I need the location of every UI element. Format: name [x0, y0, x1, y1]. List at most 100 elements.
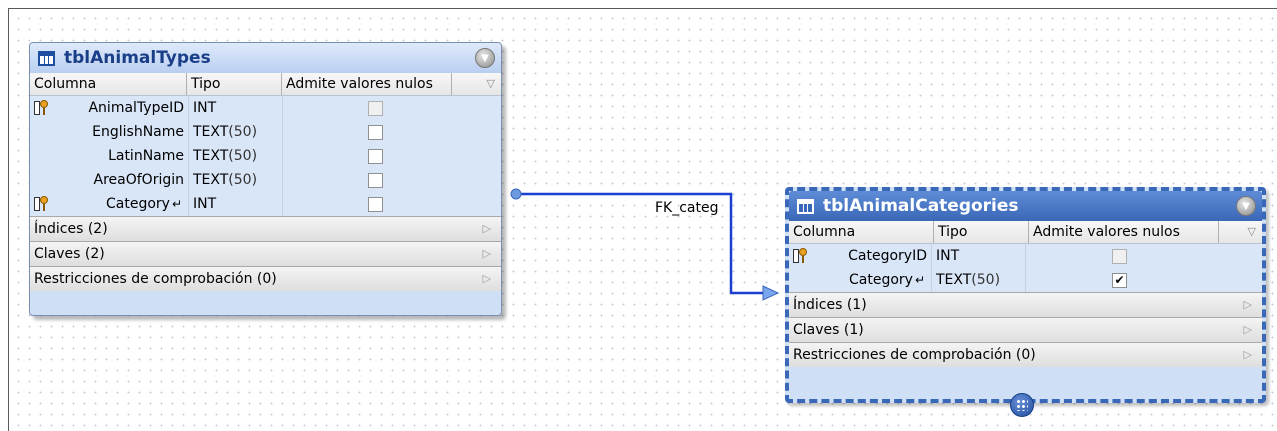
nullable-cell	[282, 120, 468, 144]
type-name: INT	[193, 100, 217, 116]
nullable-checkbox	[1112, 248, 1127, 264]
column-list: CategoryID INT Category ↵ TEXT(50) ✔	[789, 244, 1262, 292]
nullable-cell	[282, 144, 468, 168]
column-name-text: AreaOfOrigin	[93, 172, 184, 188]
column-name[interactable]: AnimalTypeID	[52, 100, 188, 116]
column-header-nullable[interactable]: Admite valores nulos	[282, 73, 452, 95]
nullable-cell	[1025, 244, 1213, 268]
column-name-text: Category	[848, 272, 913, 288]
section-label: Índices (2)	[34, 221, 108, 237]
table-tblAnimalTypes[interactable]: tblAnimalTypes ▼ Columna Tipo Admite val…	[29, 42, 502, 316]
table-row[interactable]: Category ↵ INT	[30, 192, 501, 216]
section-label: Claves (2)	[34, 246, 105, 262]
connector-start-handle	[510, 188, 522, 200]
table-title: tblAnimalTypes	[64, 48, 211, 68]
nullable-cell	[282, 192, 468, 216]
type-name: TEXT	[936, 272, 972, 288]
sort-icon[interactable]: ▽	[483, 73, 501, 95]
column-name[interactable]: CategoryID	[811, 248, 931, 264]
expand-arrow-icon[interactable]: ▷	[483, 247, 491, 260]
type-name: INT	[936, 248, 960, 264]
nullable-checkbox[interactable]	[368, 148, 383, 164]
column-header-type[interactable]: Tipo	[187, 73, 282, 95]
column-type[interactable]: TEXT(50)	[188, 120, 282, 144]
type-length: (50)	[228, 124, 258, 140]
table-row[interactable]: Category ↵ TEXT(50) ✔	[789, 268, 1262, 292]
column-type[interactable]: INT	[188, 96, 282, 120]
nullable-cell	[282, 96, 468, 120]
column-type[interactable]: TEXT(50)	[931, 268, 1025, 292]
column-name-text: CategoryID	[848, 248, 927, 264]
table-row[interactable]: LatinName TEXT(50)	[30, 144, 501, 168]
column-header-type[interactable]: Tipo	[934, 221, 1029, 243]
blank-icon	[30, 120, 52, 144]
section-list: Índices (2) ▷ Claves (2) ▷ Restricciones de …	[30, 216, 501, 291]
column-name[interactable]: Category ↵	[811, 272, 931, 288]
expand-arrow-icon[interactable]: ▷	[1244, 298, 1252, 311]
expand-arrow-icon[interactable]: ▷	[483, 272, 491, 285]
collapse-button[interactable]: ▼	[475, 48, 495, 68]
table-title: tblAnimalCategories	[823, 196, 1019, 216]
column-name-text: EnglishName	[92, 124, 184, 140]
fk-label[interactable]: FK_categ	[655, 200, 719, 216]
table-header[interactable]: tblAnimalTypes ▼	[30, 43, 501, 73]
foreign-key-icon: ↵	[171, 197, 182, 211]
column-header-row: Columna Tipo Admite valores nulos ▽	[30, 73, 501, 96]
nullable-cell	[282, 168, 468, 192]
expand-arrow-icon[interactable]: ▷	[483, 222, 491, 235]
column-header-nullable[interactable]: Admite valores nulos	[1029, 221, 1219, 243]
collapse-button[interactable]: ▼	[1236, 196, 1256, 216]
table-row[interactable]: AreaOfOrigin TEXT(50)	[30, 168, 501, 192]
section-header[interactable]: Índices (1) ▷	[789, 292, 1262, 317]
key-icon	[30, 96, 52, 120]
table-tblAnimalCategories[interactable]: tblAnimalCategories ▼ Columna Tipo Admit…	[785, 187, 1266, 403]
section-label: Claves (1)	[793, 322, 864, 338]
expand-arrow-icon[interactable]: ▷	[1244, 323, 1252, 336]
column-name-text: Category	[105, 196, 170, 212]
expand-arrow-icon[interactable]: ▷	[1244, 348, 1252, 361]
key-icon	[30, 192, 52, 216]
type-name: INT	[193, 196, 217, 212]
blank-icon	[30, 144, 52, 168]
type-length: (50)	[228, 172, 258, 188]
section-header[interactable]: Índices (2) ▷	[30, 216, 501, 241]
column-type[interactable]: INT	[931, 244, 1025, 268]
nullable-checkbox[interactable]	[368, 172, 383, 188]
resize-grip-icon[interactable]	[1010, 393, 1034, 417]
section-header[interactable]: Restricciones de comprobación (0) ▷	[30, 266, 501, 291]
column-type[interactable]: INT	[188, 192, 282, 216]
table-row[interactable]: CategoryID INT	[789, 244, 1262, 268]
section-header[interactable]: Claves (1) ▷	[789, 317, 1262, 342]
type-length: (50)	[228, 148, 258, 164]
column-header-name[interactable]: Columna	[30, 73, 187, 95]
table-icon	[797, 198, 814, 214]
column-header-row: Columna Tipo Admite valores nulos ▽	[789, 221, 1262, 244]
nullable-checkbox[interactable]	[368, 196, 383, 212]
section-header[interactable]: Claves (2) ▷	[30, 241, 501, 266]
type-name: TEXT	[193, 172, 229, 188]
column-type[interactable]: TEXT(50)	[188, 144, 282, 168]
table-icon	[38, 50, 55, 66]
nullable-checkbox[interactable]: ✔	[1112, 272, 1127, 288]
column-name-text: AnimalTypeID	[88, 100, 184, 116]
column-name[interactable]: LatinName	[52, 148, 188, 164]
column-name[interactable]: EnglishName	[52, 124, 188, 140]
column-name-text: LatinName	[108, 148, 184, 164]
table-header[interactable]: tblAnimalCategories ▼	[789, 191, 1262, 221]
table-row[interactable]: AnimalTypeID INT	[30, 96, 501, 120]
connector-arrow-icon	[762, 285, 780, 301]
blank-icon	[789, 268, 811, 292]
type-name: TEXT	[193, 148, 229, 164]
column-name[interactable]: AreaOfOrigin	[52, 172, 188, 188]
column-type[interactable]: TEXT(50)	[188, 168, 282, 192]
sort-icon[interactable]: ▽	[1244, 221, 1262, 243]
nullable-checkbox[interactable]	[368, 124, 383, 140]
column-list: AnimalTypeID INT EnglishName TEXT(50) LatinN…	[30, 96, 501, 216]
section-list: Índices (1) ▷ Claves (1) ▷ Restricciones de …	[789, 292, 1262, 367]
blank-icon	[30, 168, 52, 192]
column-header-name[interactable]: Columna	[789, 221, 934, 243]
column-name[interactable]: Category ↵	[52, 196, 188, 212]
section-header[interactable]: Restricciones de comprobación (0) ▷	[789, 342, 1262, 367]
table-row[interactable]: EnglishName TEXT(50)	[30, 120, 501, 144]
nullable-cell: ✔	[1025, 268, 1213, 292]
